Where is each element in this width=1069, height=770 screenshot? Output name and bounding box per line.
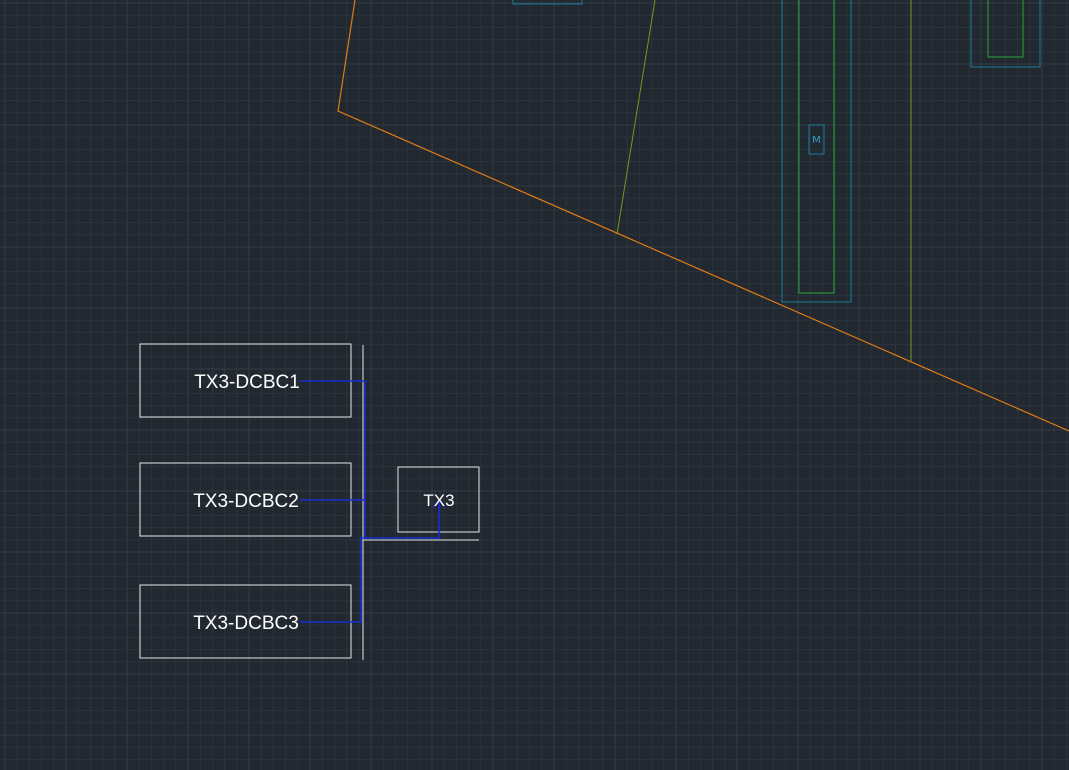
tx3-label: TX3 <box>423 491 454 510</box>
cad-drawing-canvas[interactable]: M TX3-DCBC1 TX3-DCBC2 TX3-DCBC3 TX3 <box>0 0 1069 770</box>
dcbc2-label: TX3-DCBC2 <box>193 491 299 512</box>
marker-label: M <box>812 135 821 146</box>
canvas-background <box>0 0 1069 770</box>
dcbc1-label: TX3-DCBC1 <box>194 372 300 393</box>
dcbc3-label: TX3-DCBC3 <box>193 613 299 634</box>
